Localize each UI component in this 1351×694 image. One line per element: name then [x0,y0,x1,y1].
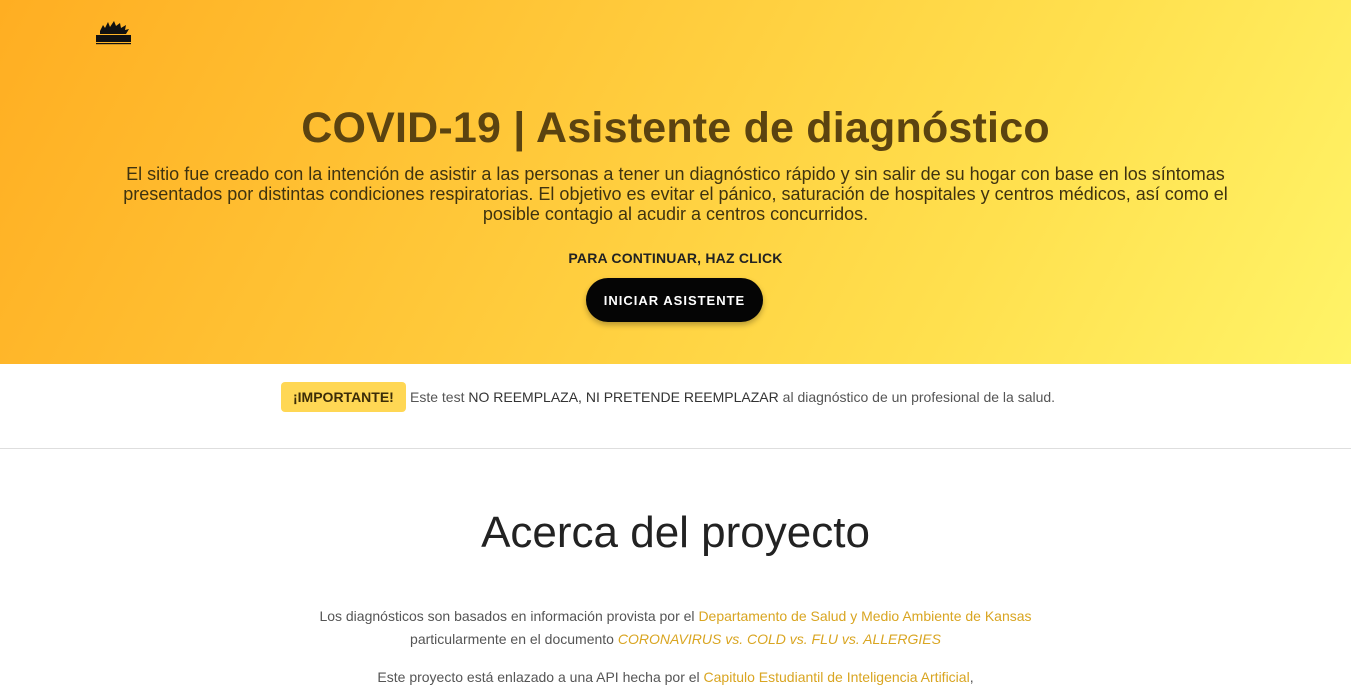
ai-student-chapter-link[interactable]: Capitulo Estudiantil de Inteligencia Art… [704,669,970,685]
important-badge: ¡IMPORTANTE! [281,382,406,412]
about-paragraph-sources: Los diagnósticos son basados en informac… [0,605,1351,651]
notice-text-after: al diagnóstico de un profesional de la s… [778,389,1056,405]
about-p1-text: Los diagnósticos son basados en informac… [319,608,699,624]
about-p2-after: , [969,669,974,685]
start-assistant-button[interactable]: INICIAR ASISTENTE [586,278,763,322]
page-title: COVID-19 | Asistente de diagnóstico [301,104,1050,152]
notice-text: Este test NO REEMPLAZA, NI PRETENDE REEM… [410,389,1055,405]
about-paragraph-api: Este proyecto está enlazado a una API he… [0,666,1351,689]
about-title: Acerca del proyecto [481,508,870,557]
important-notice: ¡IMPORTANTE! Este test NO REEMPLAZA, NI … [0,364,1351,449]
aaaimx-logo[interactable] [93,19,133,46]
hero-banner: COVID-19 | Asistente de diagnóstico El s… [0,0,1351,364]
about-p2-text: Este proyecto está enlazado a una API he… [377,669,704,685]
cta-label: PARA CONTINUAR, HAZ CLICK [568,250,783,266]
notice-text-strong: NO REEMPLAZA, NI PRETENDE REEMPLAZAR [468,389,779,405]
notice-text-before: Este test [410,389,469,405]
coronavirus-document-link[interactable]: CORONAVIRUS vs. COLD vs. FLU vs. ALLERGI… [618,631,941,647]
wolf-logo-icon [96,21,131,45]
kansas-health-dept-link[interactable]: Departamento de Salud y Medio Ambiente d… [698,608,1031,624]
about-p1-middle: particularmente en el documento [410,631,618,647]
hero-description: El sitio fue creado con la intención de … [123,164,1228,224]
